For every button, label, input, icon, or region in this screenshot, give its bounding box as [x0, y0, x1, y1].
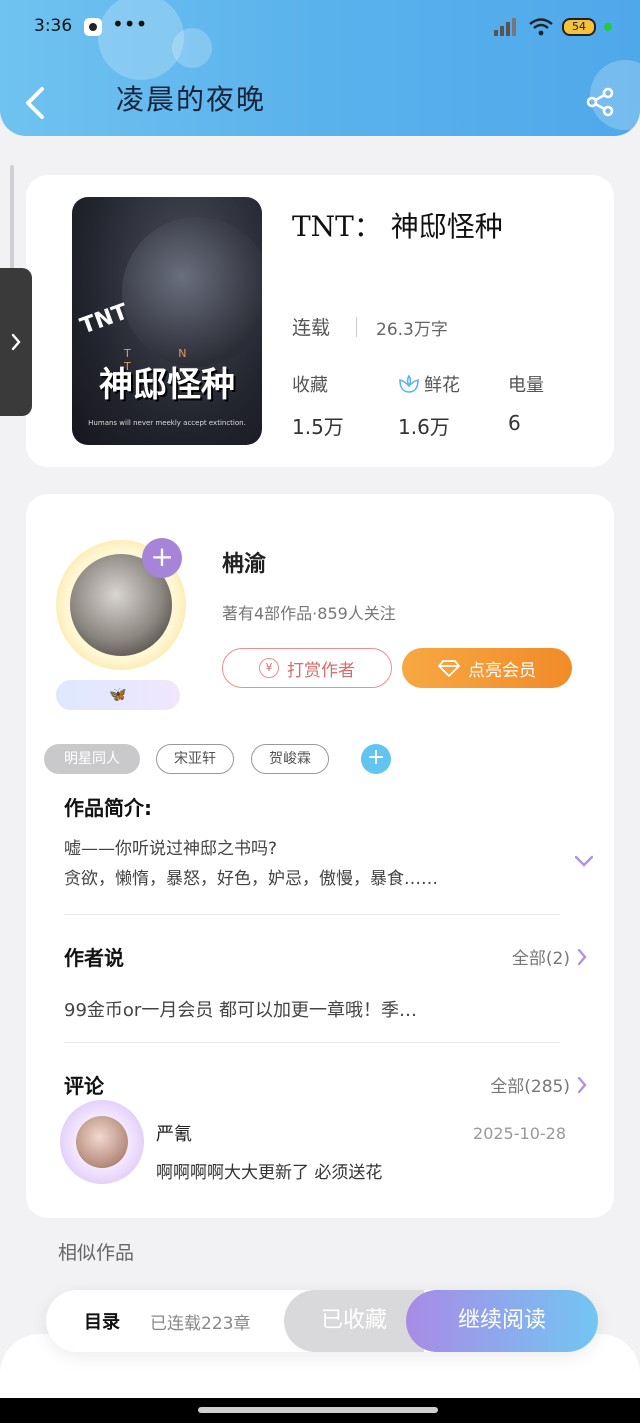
chevron-down-icon[interactable]: [574, 854, 594, 868]
author-says-text[interactable]: 99金币or一月会员 都可以加更一章哦！季…: [64, 996, 417, 1022]
intro-heading: 作品简介:: [64, 796, 152, 820]
stat-value: 1.5万: [292, 415, 344, 439]
page-title: 凌晨的夜晚: [116, 83, 267, 116]
stat-power: 电量 6: [508, 371, 544, 435]
chevron-right-icon: [577, 948, 587, 965]
stat-label: 电量: [508, 375, 544, 396]
stat-flowers[interactable]: 鲜花 1.6万: [398, 371, 460, 440]
tag-chip[interactable]: 明星同人: [44, 744, 140, 774]
similar-works-heading: 相似作品: [58, 1242, 135, 1264]
notification-icon: [84, 18, 102, 36]
avatar[interactable]: [60, 1100, 144, 1184]
avatar-badge: 🦋: [56, 680, 180, 710]
cover-figure: [122, 217, 262, 367]
cover-logo: TNT: [77, 299, 132, 340]
chevron-right-icon: [577, 1076, 587, 1093]
follow-plus-button[interactable]: +: [142, 538, 182, 578]
more-label: 全部(2): [511, 949, 570, 969]
share-icon[interactable]: [584, 86, 616, 118]
cover-title: 神邸怪种: [99, 365, 235, 405]
more-label: 全部(285): [490, 1077, 570, 1097]
stat-label: 收藏: [292, 375, 328, 396]
divider: [64, 914, 560, 915]
top-header: 3:36 ••• 54 凌晨的夜晚: [0, 0, 640, 136]
intro-text[interactable]: 嘘——你听说过神邸之书吗? 贪欲，懒惰，暴怒，好色，妒忌，傲慢，暴食……: [64, 834, 544, 894]
stat-favorites: 收藏 1.5万: [292, 371, 344, 440]
add-tag-button[interactable]: +: [361, 744, 391, 774]
intro-line: 贪欲，懒惰，暴怒，好色，妒忌，傲慢，暴食……: [64, 869, 438, 889]
tip-author-label: 打赏作者: [287, 660, 355, 681]
author-meta: 著有4部作品·859人关注: [222, 604, 396, 623]
chapter-count[interactable]: 已连载223章: [150, 1309, 250, 1334]
author-says-heading: 作者说: [64, 946, 124, 970]
tag-chip[interactable]: 贺峻霖: [251, 744, 329, 774]
tag-chip[interactable]: 宋亚轩: [156, 744, 234, 774]
serial-status: 连载: [292, 317, 331, 339]
tip-author-button[interactable]: ¥ 打赏作者: [222, 648, 392, 688]
stat-label: 鲜花: [424, 375, 460, 396]
comment-text[interactable]: 啊啊啊啊大大更新了 必须送花: [156, 1158, 382, 1183]
more-notifications-icon: •••: [112, 12, 148, 36]
side-drawer-handle[interactable]: [0, 268, 32, 416]
stat-value: 6: [508, 411, 521, 435]
continue-reading-button[interactable]: 继续阅读: [406, 1290, 598, 1352]
wifi-icon: [529, 18, 553, 36]
vip-label: 点亮会员: [468, 660, 536, 681]
chevron-right-icon: [11, 333, 21, 351]
signal-icon: [494, 18, 516, 36]
coin-icon: ¥: [259, 658, 279, 678]
diamond-icon: [438, 660, 460, 677]
cover-subtitle: Humans will never meekly accept extincti…: [88, 419, 246, 427]
comments-all-link[interactable]: 全部(285): [490, 1072, 588, 1097]
comments-heading: 评论: [64, 1074, 104, 1098]
book-cover[interactable]: TNT T N T 神邸怪种 Humans will never meekly …: [72, 197, 262, 445]
author-says-all-link[interactable]: 全部(2): [512, 944, 588, 969]
intro-line: 嘘——你听说过神邸之书吗?: [64, 839, 278, 859]
scrollbar[interactable]: [10, 165, 14, 275]
divider: [64, 1042, 560, 1043]
author-card: + 🦋 柟渝 著有4部作品·859人关注 ¥ 打赏作者 点亮会员 明星同人 宋亚…: [26, 494, 614, 1218]
collected-button[interactable]: 已收藏: [284, 1290, 424, 1352]
book-title: TNT： 神邸怪种: [292, 210, 503, 243]
divider: [356, 317, 357, 337]
status-time: 3:36: [34, 16, 73, 36]
word-count: 26.3万字: [376, 320, 448, 340]
toc-button[interactable]: 目录: [84, 1308, 120, 1334]
comment-date: 2025-10-28: [473, 1124, 566, 1143]
bottom-action-bar: 目录 已连载223章 已收藏 继续阅读: [46, 1290, 598, 1352]
vip-button[interactable]: 点亮会员: [402, 648, 572, 688]
comment-author[interactable]: 严氰: [156, 1120, 192, 1146]
book-info-card: TNT T N T 神邸怪种 Humans will never meekly …: [26, 175, 614, 467]
battery-icon: 54: [562, 18, 596, 36]
status-bar: 3:36 ••• 54: [34, 12, 612, 44]
flower-icon: [399, 374, 419, 393]
author-name[interactable]: 柟渝: [222, 546, 266, 578]
home-indicator[interactable]: [198, 1407, 438, 1413]
back-arrow-icon[interactable]: [22, 86, 48, 120]
privacy-dot-icon: [604, 23, 612, 31]
stat-value: 1.6万: [398, 415, 450, 439]
